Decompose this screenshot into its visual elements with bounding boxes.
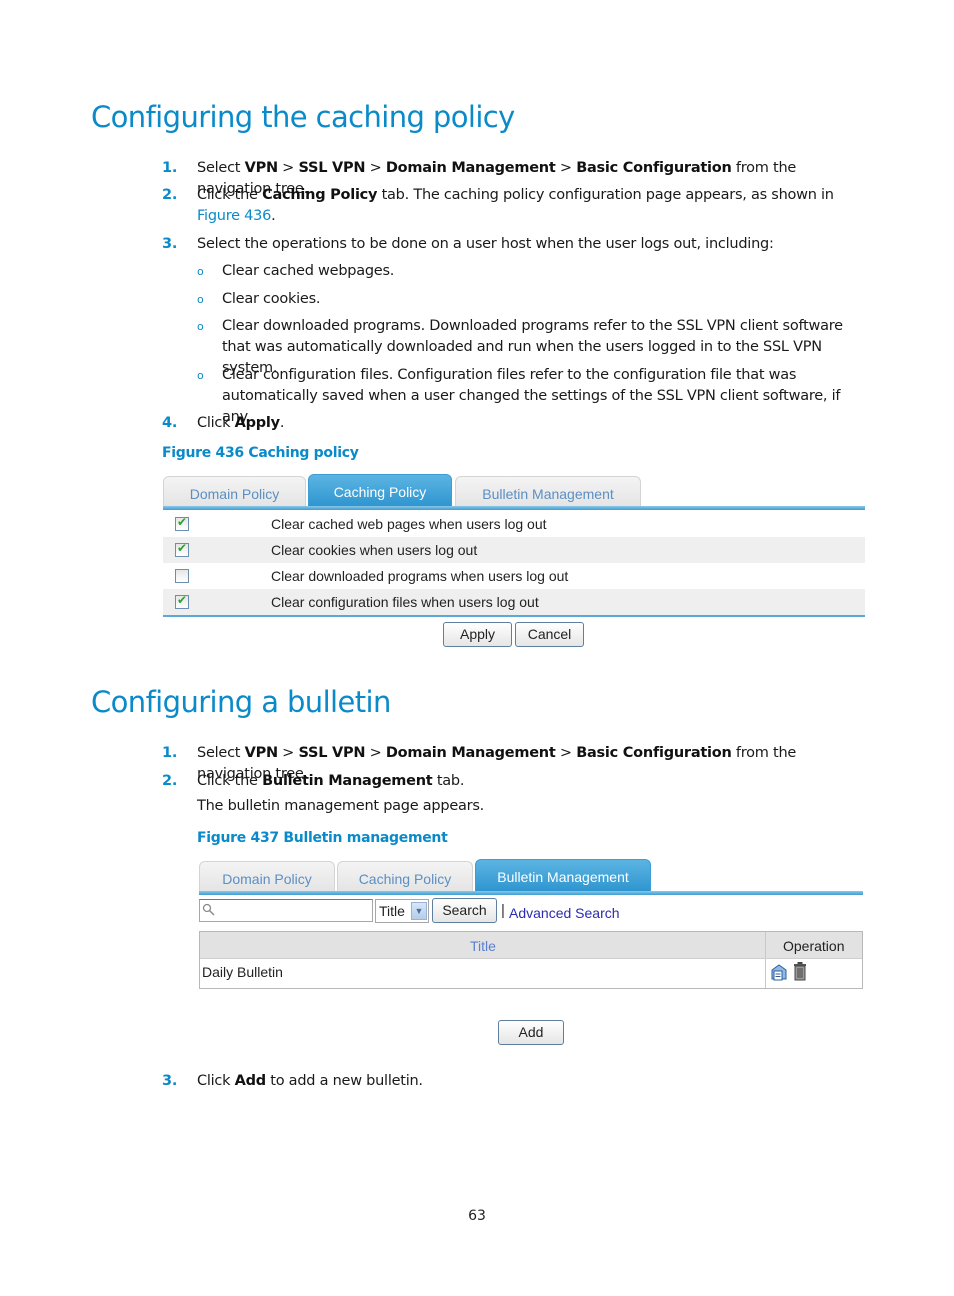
bold-term: VPN — [244, 745, 278, 761]
s1-step-3: 3. Select the operations to be done on a … — [162, 234, 867, 255]
table-row: Daily Bulletin — [200, 959, 862, 988]
tab-bar: Domain Policy Caching Policy Bulletin Ma… — [199, 859, 863, 895]
filter-select[interactable]: Title ▼ — [375, 899, 429, 923]
separator: | — [501, 902, 505, 919]
option-label: Clear cookies when users log out — [271, 542, 478, 558]
bold-term: Basic Configuration — [576, 745, 732, 761]
step-text: Click the Caching Policy tab. The cachin… — [197, 187, 834, 224]
step-number: 4. — [162, 415, 178, 431]
section-heading-bulletin: Configuring a bulletin — [91, 685, 391, 719]
bold-term: Domain Management — [385, 160, 556, 176]
step-text: Click Apply. — [197, 415, 285, 431]
step-text: Click Add to add a new bulletin. — [197, 1073, 423, 1089]
bold-term: SSL VPN — [298, 745, 366, 761]
bullet-icon: o — [197, 320, 204, 333]
column-header-operation: Operation — [783, 938, 845, 954]
bullet-item: o Clear cookies. — [197, 289, 867, 310]
chevron-down-icon: ▼ — [411, 902, 427, 920]
add-button[interactable]: Add — [498, 1020, 564, 1045]
s2-step-3: 3. Click Add to add a new bulletin. — [162, 1071, 867, 1092]
step-text: Click the Bulletin Management tab. — [197, 773, 465, 789]
step-number: 2. — [162, 187, 178, 203]
divider — [163, 615, 865, 617]
search-input[interactable] — [199, 899, 373, 922]
cancel-button[interactable]: Cancel — [515, 622, 584, 647]
option-label: Clear downloaded programs when users log… — [271, 568, 569, 584]
filter-selected-value: Title — [379, 903, 405, 919]
tab-bulletin-management[interactable]: Bulletin Management — [475, 859, 651, 892]
step-text: Select the operations to be done on a us… — [197, 236, 774, 252]
search-icon — [202, 903, 215, 916]
tab-underline — [163, 506, 865, 510]
bullet-item: o Clear cached webpages. — [197, 261, 867, 282]
bold-term: SSL VPN — [298, 160, 366, 176]
option-row: Clear cached web pages when users log ou… — [163, 511, 865, 537]
step-note: The bulletin management page appears. — [197, 798, 485, 814]
tab-underline — [199, 891, 863, 895]
option-row: Clear configuration files when users log… — [163, 589, 865, 615]
s1-step-2: 2. Click the Caching Policy tab. The cach… — [162, 185, 867, 227]
checkbox-clear-downloaded-programs[interactable] — [175, 569, 189, 583]
figure-caption-436: Figure 436 Caching policy — [162, 445, 359, 461]
step-number: 3. — [162, 236, 178, 252]
option-row: Clear downloaded programs when users log… — [163, 563, 865, 589]
checkbox-clear-cached-web-pages[interactable] — [175, 515, 189, 531]
s2-step-2: 2. Click the Bulletin Management tab. — [162, 771, 867, 792]
step-number: 3. — [162, 1073, 178, 1089]
tab-bar: Domain Policy Caching Policy Bulletin Ma… — [163, 474, 865, 510]
bold-term: Basic Configuration — [576, 160, 732, 176]
page-number: 63 — [468, 1208, 486, 1224]
tab-domain-policy[interactable]: Domain Policy — [199, 861, 335, 892]
checkbox-clear-configuration-files[interactable] — [175, 593, 189, 609]
column-header-title[interactable]: Title — [470, 938, 496, 954]
caching-policy-figure: Domain Policy Caching Policy Bulletin Ma… — [163, 474, 865, 650]
tab-caching-policy[interactable]: Caching Policy — [308, 474, 452, 507]
figure-link[interactable]: Figure 436 — [197, 208, 271, 224]
step-number: 2. — [162, 773, 178, 789]
bold-term: VPN — [244, 160, 278, 176]
figure-caption-437: Figure 437 Bulletin management — [197, 830, 448, 846]
option-label: Clear configuration files when users log… — [271, 594, 539, 610]
step-number: 1. — [162, 745, 178, 761]
bold-term: Domain Management — [385, 745, 556, 761]
bulletin-title: Daily Bulletin — [202, 964, 283, 980]
bullet-icon: o — [197, 265, 204, 278]
bold-term: Bulletin Management — [262, 773, 433, 789]
apply-button[interactable]: Apply — [443, 622, 512, 647]
tab-domain-policy[interactable]: Domain Policy — [163, 476, 306, 507]
edit-icon[interactable] — [769, 962, 789, 982]
s1-step-4: 4. Click Apply. — [162, 413, 867, 434]
tab-caching-policy[interactable]: Caching Policy — [337, 861, 473, 892]
checkbox-clear-cookies[interactable] — [175, 541, 189, 557]
tab-bulletin-management[interactable]: Bulletin Management — [455, 476, 641, 507]
bullet-icon: o — [197, 293, 204, 306]
table-header — [200, 932, 862, 958]
search-button[interactable]: Search — [432, 898, 497, 923]
bulletin-table: Title Operation Daily Bulletin — [199, 931, 863, 989]
bold-term: Caching Policy — [262, 187, 378, 203]
option-row: Clear cookies when users log out — [163, 537, 865, 563]
option-label: Clear cached web pages when users log ou… — [271, 516, 547, 532]
delete-icon[interactable] — [793, 961, 807, 981]
advanced-search-link[interactable]: Advanced Search — [509, 905, 620, 921]
section-heading-caching-policy: Configuring the caching policy — [91, 100, 515, 134]
bold-term: Apply — [234, 415, 280, 431]
bold-term: Add — [234, 1073, 266, 1089]
bulletin-management-figure: Domain Policy Caching Policy Bulletin Ma… — [199, 859, 863, 1049]
bullet-icon: o — [197, 369, 204, 382]
step-number: 1. — [162, 160, 178, 176]
